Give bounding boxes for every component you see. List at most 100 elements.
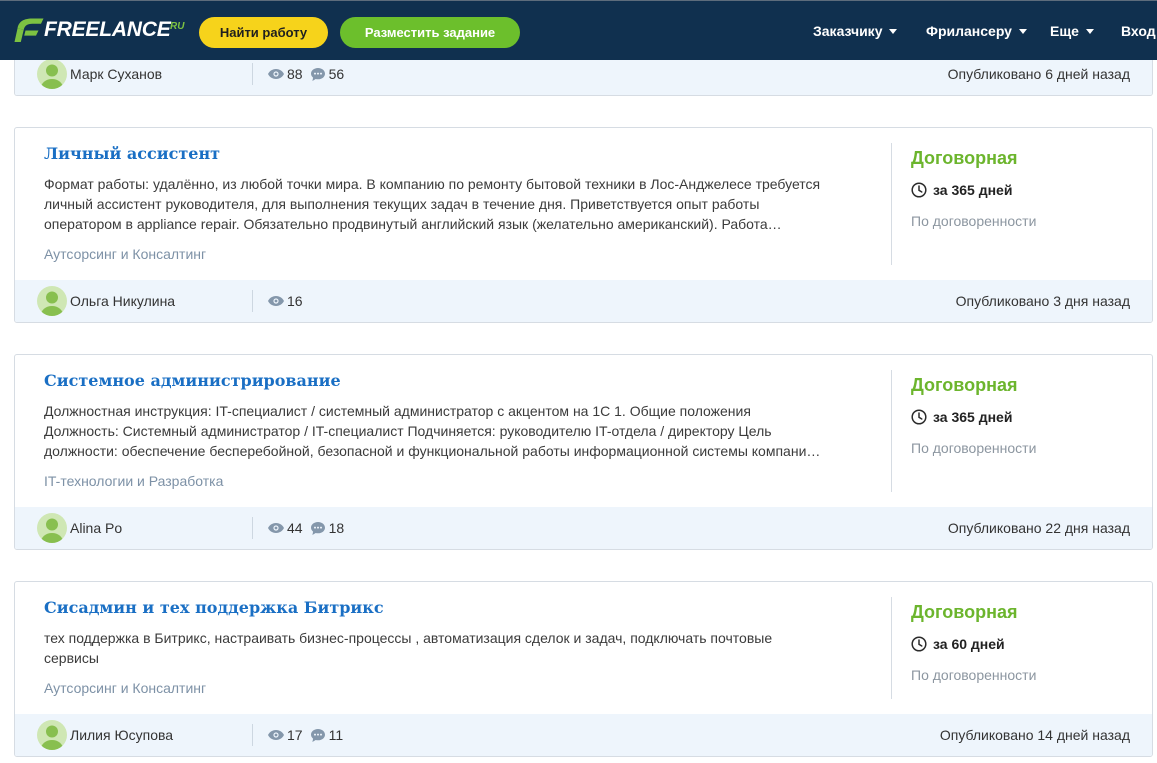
site-logo[interactable]: FREELANCE RU	[14, 16, 194, 44]
eye-icon	[268, 730, 284, 740]
project-card-footer: Alina Po 44 18 Опубликовано 22 дня назад	[15, 507, 1152, 549]
nav-login[interactable]: Вход	[1121, 22, 1156, 40]
project-budget-panel: Договорная за 365 дней По договоренности	[891, 143, 1152, 265]
nav-for-freelancers-label: Фрилансеру	[926, 23, 1012, 39]
nav-login-label: Вход	[1121, 23, 1156, 39]
project-stats: 17 11	[268, 726, 343, 744]
nav-for-clients[interactable]: Заказчику	[813, 22, 898, 40]
chevron-down-icon	[1085, 28, 1094, 34]
views-count: 17	[268, 726, 303, 744]
views-count: 88	[268, 65, 303, 83]
published-date: Опубликовано 14 дней назад	[939, 727, 1130, 743]
project-card: Сисадмин и тех поддержка Битрикс тех под…	[14, 581, 1153, 757]
views-value: 16	[287, 293, 303, 309]
views-value: 44	[287, 520, 303, 536]
project-deadline: за 365 дней	[911, 407, 1142, 427]
author-name[interactable]: Alina Po	[70, 519, 122, 537]
nav-for-freelancers[interactable]: Фрилансеру	[926, 22, 1027, 40]
eye-icon	[268, 523, 284, 533]
comments-count: 56	[310, 65, 345, 83]
nav-more-label: Еще	[1050, 23, 1079, 39]
project-description: Формат работы: удалённо, из любой точки …	[44, 174, 879, 234]
views-count: 16	[268, 292, 303, 310]
eye-icon	[268, 69, 284, 79]
chevron-down-icon	[1018, 28, 1027, 34]
author-name[interactable]: Лилия Юсупова	[70, 726, 173, 744]
project-info: Системное администрирование Должностная …	[15, 355, 891, 507]
project-card-footer: Ольга Никулина 16 Опубликовано 3 дня наз…	[15, 280, 1152, 322]
nav-for-clients-label: Заказчику	[813, 23, 883, 39]
project-title[interactable]: Системное администрирование	[44, 369, 879, 393]
project-stats: 44 18	[268, 519, 344, 537]
eye-icon	[268, 296, 284, 306]
views-value: 17	[287, 727, 303, 743]
project-stats: 88 56	[268, 65, 344, 83]
description-line: Должностная инструкция: IT-специалист / …	[44, 403, 751, 419]
footer-divider	[252, 63, 253, 85]
project-budget-panel: Договорная за 60 дней По договоренности	[891, 597, 1152, 699]
payment-terms: По договоренности	[911, 667, 1037, 683]
project-category[interactable]: IT-технологии и Разработка	[44, 471, 879, 491]
deadline-value: за 60 дней	[933, 636, 1005, 652]
footer-divider	[252, 290, 253, 312]
comments-value: 18	[328, 520, 345, 536]
description-line: личный ассистент руководителя, для выпол…	[44, 196, 760, 212]
published-date: Опубликовано 22 дня назад	[947, 520, 1130, 536]
project-deadline: за 60 дней	[911, 634, 1142, 654]
comments-count: 11	[310, 726, 344, 744]
comment-icon	[310, 67, 325, 81]
project-author[interactable]: Марк Суханов	[37, 59, 252, 89]
payment-terms: По договоренности	[911, 213, 1037, 229]
project-author[interactable]: Лилия Юсупова	[37, 720, 252, 750]
project-title[interactable]: Личный ассистент	[44, 142, 879, 166]
post-task-button[interactable]: Разместить задание	[340, 17, 520, 48]
description-line: оператором в appliance repair. Обязатель…	[44, 216, 782, 232]
project-budget-panel: Договорная за 365 дней По договоренности	[891, 370, 1152, 492]
navbar-top-border	[0, 0, 1157, 1]
project-description: тех поддержка в Битрикс, настраивать биз…	[44, 628, 879, 668]
find-work-button[interactable]: Найти работу	[199, 17, 328, 48]
project-info: Личный ассистент Формат работы: удалённо…	[15, 128, 891, 280]
top-navbar: FREELANCE RU Найти работу Разместить зад…	[0, 0, 1157, 60]
project-category[interactable]: Аутсорсинг и Консалтинг	[44, 678, 879, 698]
user-avatar-icon[interactable]	[37, 720, 67, 750]
project-title[interactable]: Сисадмин и тех поддержка Битрикс	[44, 596, 879, 620]
project-description: Должностная инструкция: IT-специалист / …	[44, 401, 879, 461]
project-author[interactable]: Alina Po	[37, 513, 252, 543]
chevron-down-icon	[889, 28, 898, 34]
nav-more[interactable]: Еще	[1050, 22, 1094, 40]
description-line: должности: обеспечение бесперебойной, бе…	[44, 443, 821, 459]
comments-value: 56	[328, 66, 345, 82]
comment-icon	[310, 521, 325, 535]
comments-count: 18	[310, 519, 345, 537]
views-value: 88	[287, 66, 303, 82]
project-budget: Договорная	[911, 375, 1018, 395]
freelance-logo-icon	[14, 18, 44, 42]
project-budget: Договорная	[911, 148, 1018, 168]
project-budget: Договорная	[911, 602, 1018, 622]
project-deadline: за 365 дней	[911, 180, 1142, 200]
published-date: Опубликовано 3 дня назад	[955, 293, 1130, 309]
project-info: Сисадмин и тех поддержка Битрикс тех под…	[15, 582, 891, 714]
description-line: Формат работы: удалённо, из любой точки …	[44, 176, 821, 192]
project-card-body: Сисадмин и тех поддержка Битрикс тех под…	[15, 582, 1152, 714]
user-avatar-icon[interactable]	[37, 513, 67, 543]
project-stats: 16	[268, 292, 303, 310]
user-avatar-icon[interactable]	[37, 286, 67, 316]
project-card: Системное администрирование Должностная …	[14, 354, 1153, 550]
description-line: тех поддержка в Битрикс, настраивать биз…	[44, 630, 773, 646]
logo-suffix: RU	[170, 21, 185, 32]
payment-terms: По договоренности	[911, 440, 1037, 456]
clock-icon	[911, 409, 927, 425]
author-name[interactable]: Марк Суханов	[70, 65, 162, 83]
project-category[interactable]: Аутсорсинг и Консалтинг	[44, 244, 879, 264]
clock-icon	[911, 636, 927, 652]
description-line: Должность: Системный администратор / IT-…	[44, 423, 772, 439]
project-list: Марк Суханов 88 56 Опубликовано 6 дней н…	[14, 52, 1153, 763]
project-author[interactable]: Ольга Никулина	[37, 286, 252, 316]
project-card-body: Системное администрирование Должностная …	[15, 355, 1152, 507]
footer-divider	[252, 724, 253, 746]
comments-value: 11	[328, 727, 344, 743]
author-name[interactable]: Ольга Никулина	[70, 292, 175, 310]
user-avatar-icon[interactable]	[37, 59, 67, 89]
